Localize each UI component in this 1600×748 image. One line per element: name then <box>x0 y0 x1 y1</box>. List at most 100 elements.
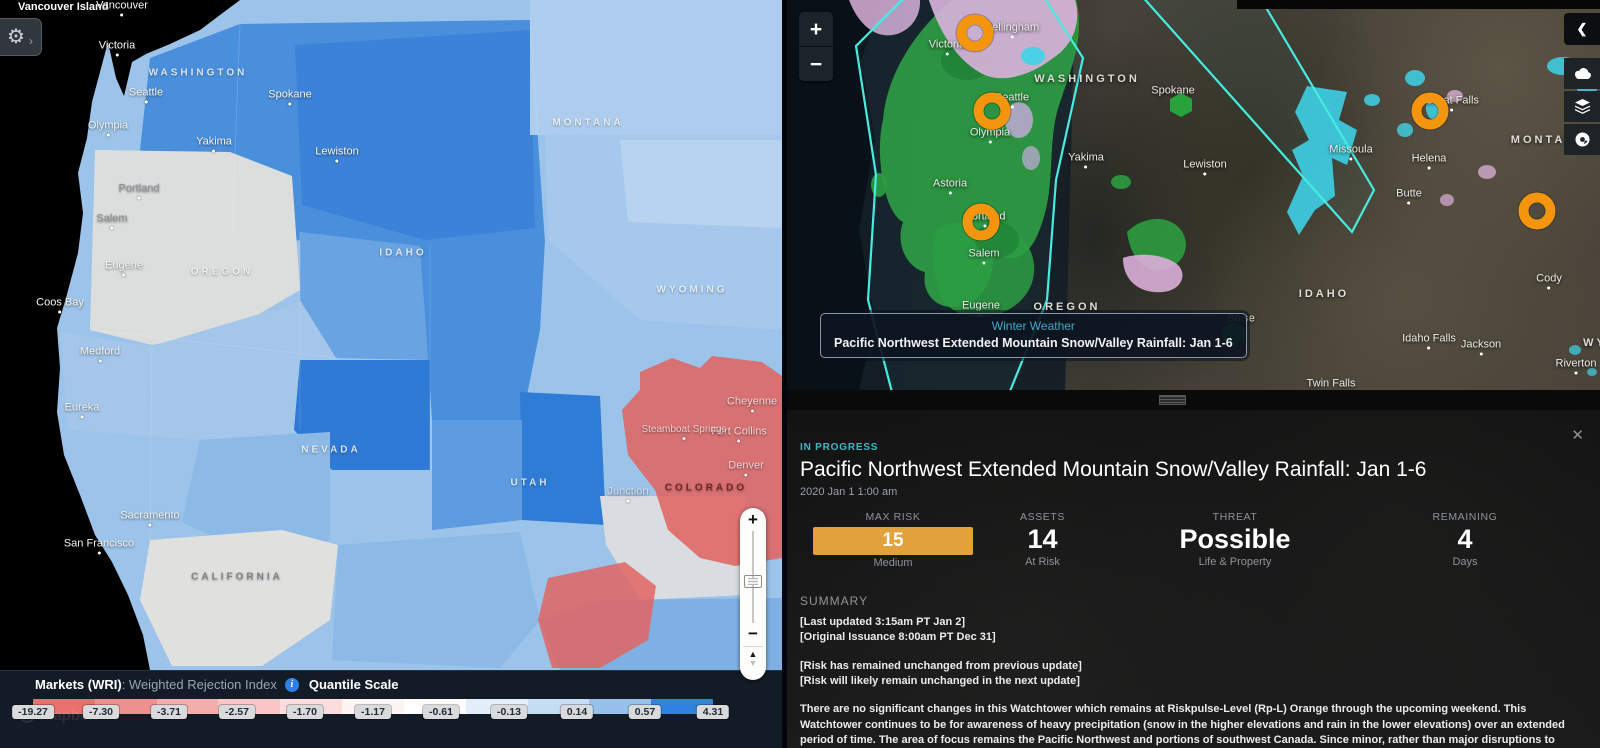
summary-line: [Last updated 3:15am PT Jan 2] <box>800 616 966 628</box>
region-label: Vancouver Island <box>18 1 109 13</box>
state-label: OREGON <box>190 266 254 278</box>
city-label: Sacramento <box>120 510 179 527</box>
state-label: MONTANA <box>552 117 624 129</box>
legend-bar: mapbox Markets (WRI) : Weighted Rejectio… <box>0 670 782 748</box>
zoom-in-button[interactable]: + <box>799 12 833 46</box>
city-label: Salem <box>96 213 127 230</box>
status-badge: IN PROGRESS <box>800 442 879 453</box>
scale-type-label: Quantile Scale <box>308 677 399 692</box>
zoom-handle[interactable] <box>744 575 762 588</box>
city-label: Seattle <box>129 87 163 104</box>
city-label: Portland <box>119 183 160 200</box>
watchtower-title: Pacific Northwest Extended Mountain Snow… <box>800 458 1427 481</box>
city-label: Vancouver <box>96 0 148 17</box>
resize-grip-handle[interactable] <box>1159 395 1186 405</box>
zoom-out-button[interactable]: − <box>748 625 758 643</box>
layers-button[interactable] <box>1564 91 1600 122</box>
stat-threat: THREAT Possible Life & Property <box>1130 511 1340 568</box>
summary-paragraph: There are no significant changes in this… <box>800 703 1565 746</box>
stat-value: 4 <box>1457 524 1473 554</box>
state-label: UTAH <box>510 477 550 489</box>
city-label: Eugene <box>105 260 143 277</box>
map-zoom-slider: + − ▲ ▼ <box>740 508 766 680</box>
collapse-panel-button[interactable]: ❮ <box>1564 13 1600 45</box>
city-label: Cody <box>1536 273 1562 290</box>
app: Vancouver Island WASHINGTON MONTANA OREG… <box>0 0 1600 748</box>
scale-tick: -0.61 <box>423 705 459 719</box>
scale-tick: -2.57 <box>219 705 255 719</box>
alert-marker[interactable] <box>1411 92 1449 130</box>
scale-tick: -1.70 <box>287 705 323 719</box>
city-label: Steamboat Springs <box>641 424 726 440</box>
stat-remaining: REMAINING 4 Days <box>1360 511 1570 568</box>
weather-layer-button[interactable] <box>1564 58 1600 89</box>
stat-label: MAX RISK <box>865 511 921 523</box>
scale-tick: -0.13 <box>491 705 527 719</box>
state-label: WY <box>1583 337 1600 349</box>
city-label: Medford <box>80 346 120 363</box>
gear-icon[interactable]: ⚙ <box>7 27 25 47</box>
globe-marker-icon <box>1575 132 1589 147</box>
state-label: WYOMING <box>656 284 728 296</box>
zoom-in-button[interactable]: + <box>748 511 758 529</box>
alert-marker[interactable] <box>973 92 1011 130</box>
scale-tick: 0.57 <box>628 705 662 719</box>
scale-tick: 4.31 <box>696 705 730 719</box>
stat-value: 14 <box>1027 524 1058 554</box>
city-label: Yakima <box>196 136 232 153</box>
scale-tick: -7.30 <box>83 705 119 719</box>
choropleth-layer <box>0 0 782 670</box>
chevron-left-icon: ❮ <box>1576 21 1588 36</box>
close-icon[interactable]: ✕ <box>1571 426 1584 444</box>
alert-marker[interactable] <box>956 14 994 52</box>
city-label: Olympia <box>88 120 128 137</box>
pan-arrows[interactable]: ▲ ▼ <box>749 650 758 668</box>
scale-tick: -1.17 <box>355 705 391 719</box>
city-label: Astoria <box>933 178 967 195</box>
issue-timestamp: 2020 Jan 1 1:00 am <box>800 486 898 498</box>
stat-value: Possible <box>1179 524 1291 554</box>
alert-marker[interactable] <box>1518 192 1556 230</box>
map-zoom-controls: + − <box>799 12 833 81</box>
basemap-button[interactable] <box>1564 124 1600 155</box>
watchtower-panel: WASHINGTON MONTANA IDAHO OREGON WY Victo… <box>787 0 1600 748</box>
city-label: Missoula <box>1329 144 1372 161</box>
state-label: COLORADO <box>664 482 748 494</box>
stat-label: REMAINING <box>1432 511 1498 523</box>
summary-heading: SUMMARY <box>800 594 869 608</box>
watchtower-detail: ✕ IN PROGRESS Pacific Northwest Extended… <box>787 410 1600 748</box>
map-toolbar: ❮ <box>1564 13 1600 157</box>
alert-marker[interactable] <box>962 203 1000 241</box>
weather-map[interactable]: WASHINGTON MONTANA IDAHO OREGON WY Victo… <box>787 0 1600 390</box>
stats-row: MAX RISK 15 Medium ASSETS 14 At Risk THR… <box>800 511 1586 571</box>
map-edge-strip <box>1237 0 1600 9</box>
max-risk-badge: 15 <box>813 527 973 555</box>
map-settings-panel[interactable]: ⚙ › <box>0 18 42 56</box>
zoom-out-button[interactable]: − <box>799 47 833 81</box>
info-icon[interactable]: i <box>284 677 299 692</box>
city-label: Coos Bay <box>36 297 84 314</box>
arrow-down-icon[interactable]: ▼ <box>749 659 758 668</box>
event-popup[interactable]: Winter Weather Pacific Northwest Extende… <box>820 313 1247 358</box>
state-label: CALIFORNIA <box>191 571 283 583</box>
city-label: Cheyenne <box>727 396 777 413</box>
city-label: Butte <box>1396 188 1422 205</box>
summary-line: [Risk has remained unchanged from previo… <box>800 660 1082 672</box>
stat-max-risk: MAX RISK 15 Medium <box>813 511 973 569</box>
stat-sublabel: Days <box>1452 556 1478 568</box>
city-label: Idaho Falls <box>1402 333 1456 350</box>
stat-label: THREAT <box>1212 511 1258 523</box>
markets-wri-map[interactable]: Vancouver Island WASHINGTON MONTANA OREG… <box>0 0 782 748</box>
city-label: Helena <box>1412 153 1447 170</box>
panel-resize-strip <box>787 390 1600 410</box>
scale-tick: -19.27 <box>12 705 54 719</box>
metric-description: : Weighted Rejection Index <box>121 677 277 692</box>
city-label: San Francisco <box>64 538 134 555</box>
zoom-track[interactable] <box>740 531 766 623</box>
city-label: Riverton <box>1556 358 1597 375</box>
city-label: Twin Falls <box>1307 378 1356 391</box>
city-label: Denver <box>728 460 763 477</box>
state-label: NEVADA <box>301 444 361 456</box>
city-label: Eureka <box>65 402 100 419</box>
state-label: WASHINGTON <box>148 67 248 79</box>
